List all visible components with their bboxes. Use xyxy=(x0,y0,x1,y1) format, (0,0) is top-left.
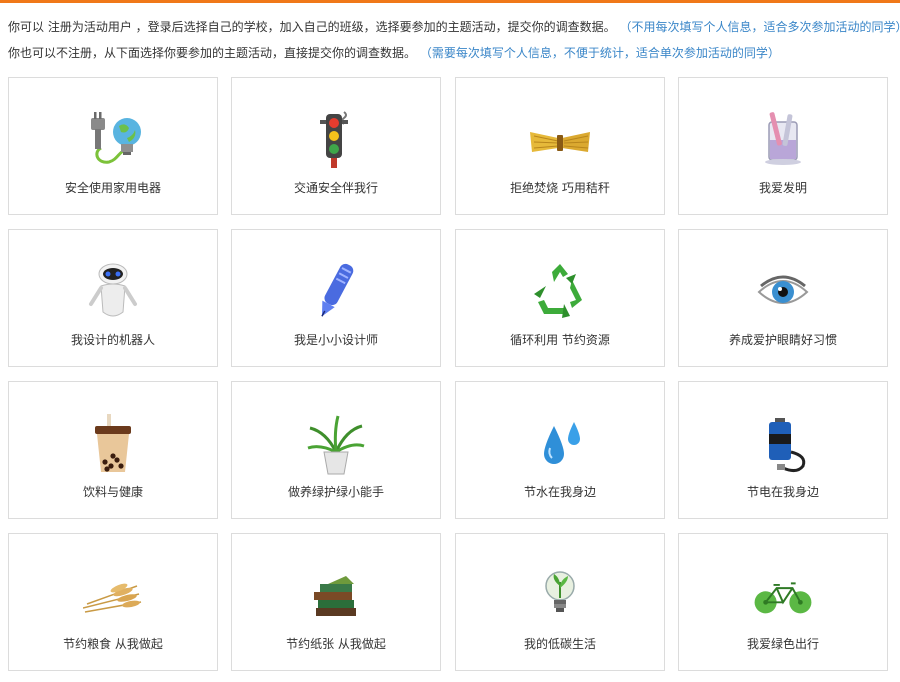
activity-card[interactable]: 交通安全伴我行 xyxy=(231,77,441,215)
activity-label: 拒绝焚烧 巧用秸秆 xyxy=(510,181,610,195)
activity-card[interactable]: 节电在我身边 xyxy=(678,381,888,519)
activity-label: 我设计的机器人 xyxy=(70,333,155,347)
intro-line-guest: 你也可以不注册，从下面选择你要参加的主题活动，直接提交你的调查数据。 （需要每次… xyxy=(8,43,780,63)
beaker-icon xyxy=(753,108,813,172)
activity-label: 养成爱护眼睛好习惯 xyxy=(728,333,837,347)
pen-icon xyxy=(306,260,366,324)
potted-plant-icon xyxy=(306,412,366,476)
activity-label: 我是小小设计师 xyxy=(293,333,378,347)
activity-card[interactable]: 节水在我身边 xyxy=(455,381,665,519)
intro-guest-text: 你也可以不注册，从下面选择你要参加的主题活动，直接提交你的调查数据。 xyxy=(8,46,417,60)
water-drop-icon xyxy=(530,412,590,476)
activity-label: 安全使用家用电器 xyxy=(64,181,161,195)
activity-card[interactable]: 我的低碳生活 xyxy=(455,533,665,671)
intro-register-text: 你可以 注册为活动用户 ，登录后选择自己的学校，加入自己的班级，选择要参加的主题… xyxy=(8,20,616,34)
activity-label: 循环利用 节约资源 xyxy=(510,333,610,347)
activity-label: 做养绿护绿小能手 xyxy=(287,485,384,499)
green-bicycle-icon xyxy=(753,564,813,628)
activity-label: 节水在我身边 xyxy=(523,485,596,499)
activity-label: 我的低碳生活 xyxy=(523,637,596,651)
activity-label: 饮料与健康 xyxy=(82,485,143,499)
top-accent-bar xyxy=(0,0,900,3)
activity-label: 节电在我身边 xyxy=(746,485,819,499)
activity-label: 我爱发明 xyxy=(758,181,807,195)
wheat-icon xyxy=(83,564,143,628)
intro-register-note: （不用每次填写个人信息，适合多次参加活动的同学） xyxy=(619,20,900,34)
activity-label: 我爱绿色出行 xyxy=(746,637,819,651)
eco-bulb-icon xyxy=(530,564,590,628)
activity-card[interactable]: 我设计的机器人 xyxy=(8,229,218,367)
activity-card[interactable]: 拒绝焚烧 巧用秸秆 xyxy=(455,77,665,215)
activity-card[interactable]: 饮料与健康 xyxy=(8,381,218,519)
activity-card[interactable]: 我爱绿色出行 xyxy=(678,533,888,671)
activity-card[interactable]: 做养绿护绿小能手 xyxy=(231,381,441,519)
activity-card[interactable]: 节约粮食 从我做起 xyxy=(8,533,218,671)
plug-bulb-icon xyxy=(83,108,143,172)
activity-card[interactable]: 我爱发明 xyxy=(678,77,888,215)
activity-card[interactable]: 养成爱护眼睛好习惯 xyxy=(678,229,888,367)
activity-card[interactable]: 节约纸张 从我做起 xyxy=(231,533,441,671)
activity-label: 节约纸张 从我做起 xyxy=(286,637,386,651)
activity-label: 节约粮食 从我做起 xyxy=(63,637,163,651)
battery-icon xyxy=(753,412,813,476)
bubble-tea-icon xyxy=(83,412,143,476)
traffic-light-icon xyxy=(306,108,366,172)
books-icon xyxy=(306,564,366,628)
eye-icon xyxy=(753,260,813,324)
activity-card[interactable]: 安全使用家用电器 xyxy=(8,77,218,215)
intro-line-register: 你可以 注册为活动用户 ，登录后选择自己的学校，加入自己的班级，选择要参加的主题… xyxy=(8,17,900,37)
robot-icon xyxy=(83,260,143,324)
activity-label: 交通安全伴我行 xyxy=(293,181,378,195)
activity-card[interactable]: 循环利用 节约资源 xyxy=(455,229,665,367)
activity-card[interactable]: 我是小小设计师 xyxy=(231,229,441,367)
recycle-icon xyxy=(530,260,590,324)
straw-bundle-icon xyxy=(530,108,590,172)
intro-guest-note: （需要每次填写个人信息，不便于统计，适合单次参加活动的同学） xyxy=(419,46,780,60)
